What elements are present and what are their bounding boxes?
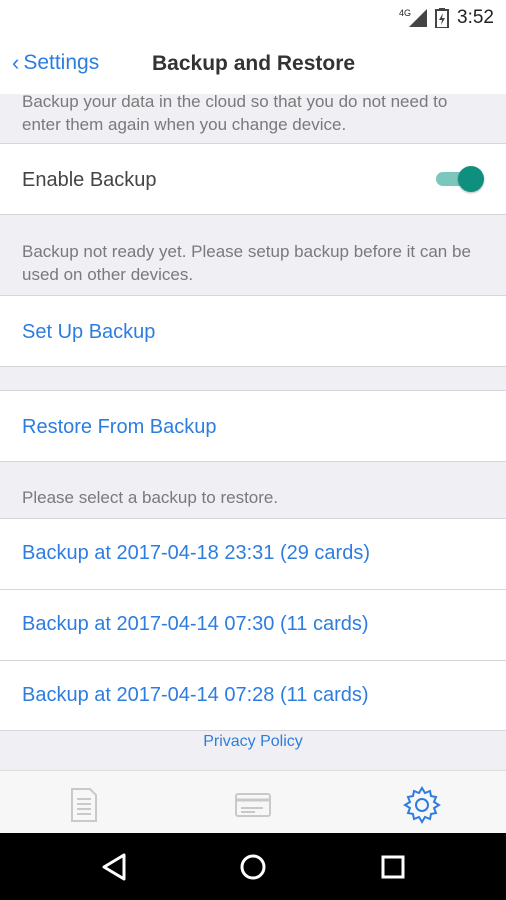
tab-bar — [0, 770, 506, 833]
select-backup-section: Please select a backup to restore. — [0, 462, 506, 518]
status-bar: 4G 3:52 — [0, 0, 506, 36]
backup-status-section: Backup not ready yet. Please setup backu… — [0, 215, 506, 295]
home-circle-icon[interactable] — [237, 851, 269, 883]
navigation-bar: ‹ Settings Backup and Restore — [0, 36, 506, 94]
backup-description: Backup your data in the cloud so that yo… — [22, 92, 448, 134]
list-item[interactable]: Backup at 2017-04-18 23:31 (29 cards) — [0, 519, 506, 589]
chevron-left-icon: ‹ — [12, 50, 20, 75]
back-label: Settings — [23, 51, 100, 74]
privacy-policy-link[interactable]: Privacy Policy — [0, 733, 506, 751]
backup-status-note: Backup not ready yet. Please setup backu… — [22, 242, 471, 284]
status-time: 3:52 — [457, 7, 494, 28]
back-triangle-icon[interactable] — [98, 851, 130, 883]
enable-backup-row[interactable]: Enable Backup — [0, 143, 506, 215]
toggle-thumb — [458, 166, 484, 192]
recents-square-icon[interactable] — [377, 851, 409, 883]
document-icon[interactable] — [64, 785, 104, 825]
card-icon[interactable] — [233, 785, 273, 825]
enable-backup-toggle[interactable] — [436, 166, 484, 192]
list-item[interactable]: Backup at 2017-04-14 07:28 (11 cards) — [0, 661, 506, 731]
restore-backup-row[interactable]: Restore From Backup — [0, 390, 506, 462]
back-button[interactable]: ‹ Settings — [12, 51, 99, 75]
enable-backup-label: Enable Backup — [22, 169, 157, 191]
system-navigation-bar — [0, 833, 506, 900]
backup-item-label[interactable]: Backup at 2017-04-14 07:30 (11 cards) — [22, 613, 369, 636]
backup-item-label[interactable]: Backup at 2017-04-18 23:31 (29 cards) — [22, 542, 370, 565]
backup-item-label[interactable]: Backup at 2017-04-14 07:28 (11 cards) — [22, 684, 369, 707]
restore-backup-link[interactable]: Restore From Backup — [22, 416, 217, 439]
battery-icon — [435, 8, 450, 28]
setup-backup-link[interactable]: Set Up Backup — [22, 321, 155, 344]
list-item[interactable]: Backup at 2017-04-14 07:30 (11 cards) — [0, 590, 506, 660]
select-backup-note: Please select a backup to restore. — [22, 488, 279, 507]
backup-list: Backup at 2017-04-18 23:31 (29 cards) Ba… — [0, 518, 506, 731]
setup-backup-row[interactable]: Set Up Backup — [0, 295, 506, 367]
gear-icon[interactable] — [402, 785, 442, 825]
signal-icon — [409, 9, 428, 27]
page-title: Backup and Restore — [152, 52, 356, 75]
backup-description-section: Backup your data in the cloud so that yo… — [0, 92, 506, 143]
